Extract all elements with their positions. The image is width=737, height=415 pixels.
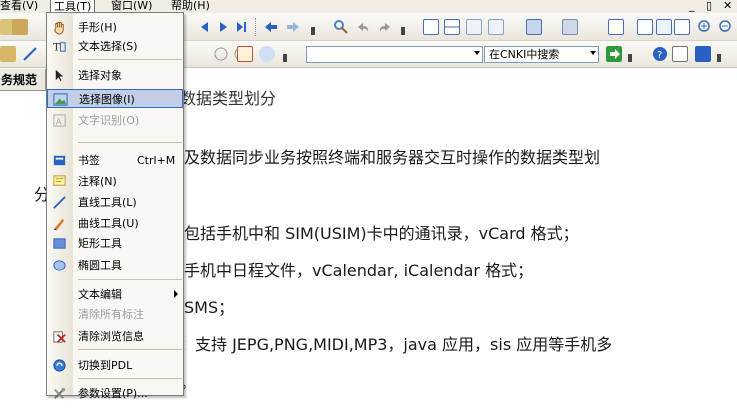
menu-item-bookmark[interactable]: 书签 Ctrl+M — [47, 151, 183, 170]
minimize-button[interactable]: _ — [689, 0, 695, 13]
fit-visible-icon[interactable] — [674, 19, 690, 35]
last-page-icon[interactable] — [233, 19, 249, 35]
curve-tool-icon — [53, 218, 65, 231]
search-combobox[interactable] — [306, 46, 483, 63]
menu-item-line-tool[interactable]: 直线工具(L) — [47, 193, 183, 212]
actual-size-icon[interactable] — [637, 19, 653, 35]
menu-item-ocr[interactable]: A 文字识别(O) — [47, 111, 183, 130]
line-tool-icon — [53, 196, 66, 209]
settings-icon — [54, 387, 66, 399]
menu-item-settings[interactable]: 参数设置(P)... — [47, 384, 183, 403]
menu-item-annotation[interactable]: 注释(N) — [47, 172, 183, 191]
doc-heading: 数据类型划分 — [180, 89, 277, 108]
help-query-icon[interactable] — [259, 46, 275, 62]
menu-item-clear-annotations[interactable]: 清除所有标注 — [47, 305, 183, 324]
chevron-down-icon[interactable] — [474, 51, 480, 55]
text-select-icon: T — [53, 41, 66, 53]
menu-item-rectangle-tool[interactable]: 矩形工具 — [47, 234, 183, 253]
go-search-icon[interactable] — [606, 46, 622, 62]
toolbar-grip — [628, 54, 632, 62]
document-icon[interactable] — [672, 46, 688, 62]
menu-separator — [78, 59, 182, 60]
menu-item-curve-tool[interactable]: 曲线工具(U) — [47, 214, 183, 233]
forward-icon[interactable] — [285, 19, 301, 35]
zoom-out-icon[interactable] — [718, 19, 734, 35]
close-button[interactable]: ✕ — [723, 0, 732, 13]
two-column-icon[interactable] — [488, 19, 504, 35]
line-icon[interactable] — [22, 46, 38, 62]
toolbar-grip — [717, 54, 721, 62]
ocr-icon: A — [53, 114, 66, 127]
search-engine-select[interactable]: 在CNKI中搜索 — [484, 46, 599, 63]
annotation-icon — [53, 175, 66, 186]
layout-menu-icon[interactable] — [526, 19, 542, 35]
zoom-in-icon[interactable] — [697, 19, 713, 35]
restore-button[interactable]: ▯ — [706, 0, 712, 13]
menu-separator — [78, 279, 182, 280]
menu-separator — [78, 349, 182, 350]
search-engine-value: 在CNKI中搜索 — [489, 48, 560, 61]
menu-item-text-edit[interactable]: 文本编辑 — [47, 285, 183, 304]
rotate-icon[interactable] — [562, 19, 578, 35]
bookmark-icon — [53, 155, 66, 166]
toolbar-grip — [283, 54, 287, 62]
doc-line: 及数据同步业务按照终端和服务器交互时操作的数据类型划 — [184, 148, 601, 167]
doc-line: 手机中日程文件，vCalendar, iCalendar 格式； — [184, 261, 534, 280]
back-icon[interactable] — [263, 19, 279, 35]
single-page-icon[interactable] — [423, 19, 439, 35]
menu-separator — [78, 142, 182, 143]
menu-item-select-object[interactable]: 选择对象 — [47, 66, 183, 85]
info-icon[interactable] — [695, 46, 711, 62]
svg-text:?: ? — [657, 50, 662, 61]
select-arrow-icon — [55, 69, 64, 82]
menu-item-clear-history[interactable]: 清除浏览信息 — [47, 327, 183, 346]
menu-item-hand[interactable]: 手形(H) — [47, 18, 183, 37]
tools-menu: 手形(H) T 文本选择(S) 选择对象 选择图像(I) A 文字识别(O) 书… — [46, 12, 184, 400]
checklist-icon[interactable] — [237, 46, 253, 62]
fit-width-icon[interactable] — [656, 19, 672, 35]
hand-icon — [54, 21, 64, 35]
next-page-icon[interactable] — [215, 19, 231, 35]
menu-item-ellipse-tool[interactable]: 椭圆工具 — [47, 256, 183, 275]
redo-icon[interactable] — [377, 19, 393, 35]
toolbar-grip — [311, 27, 315, 35]
menu-view[interactable]: 查看(V) — [0, 0, 41, 13]
help-icon[interactable]: ? — [652, 46, 668, 62]
facing-page-icon[interactable] — [466, 19, 482, 35]
svg-text:A: A — [56, 116, 62, 126]
anchor-icon[interactable] — [213, 46, 229, 62]
menu-item-select-image[interactable]: 选择图像(I) — [47, 89, 183, 108]
paste-icon[interactable] — [12, 19, 28, 35]
switch-pdl-icon — [53, 359, 66, 372]
doc-line: 包括手机中和 SIM(USIM)卡中的通讯录，vCard 格式； — [184, 224, 579, 243]
clear-history-icon — [53, 331, 66, 343]
magnifier-icon[interactable] — [333, 19, 349, 35]
left-panel-tab[interactable]: 务规范 — [0, 69, 46, 91]
prev-page-icon[interactable] — [197, 19, 213, 35]
fit-page-icon[interactable] — [608, 19, 624, 35]
ellipse-tool-icon — [53, 260, 66, 271]
doc-line: ：支持 JEPG,PNG,MIDI,MP3，java 应用，sis 应用等手机多 — [179, 335, 613, 354]
note-icon[interactable] — [0, 46, 16, 62]
toolbar-separator — [255, 18, 258, 36]
toolbar-grip — [401, 27, 405, 35]
rectangle-tool-icon — [53, 238, 66, 249]
submenu-arrow-icon — [174, 290, 178, 298]
menu-item-text-select[interactable]: T 文本选择(S) — [47, 37, 183, 56]
svg-text:T: T — [53, 41, 60, 53]
chevron-down-icon[interactable] — [590, 51, 596, 55]
undo-icon[interactable] — [355, 19, 371, 35]
menu-item-switch-pdl[interactable]: 切换到PDL — [47, 356, 183, 375]
select-image-icon — [53, 93, 68, 106]
doc-line: SMS； — [184, 298, 235, 317]
menu-separator — [78, 378, 182, 379]
continuous-page-icon[interactable] — [444, 19, 460, 35]
